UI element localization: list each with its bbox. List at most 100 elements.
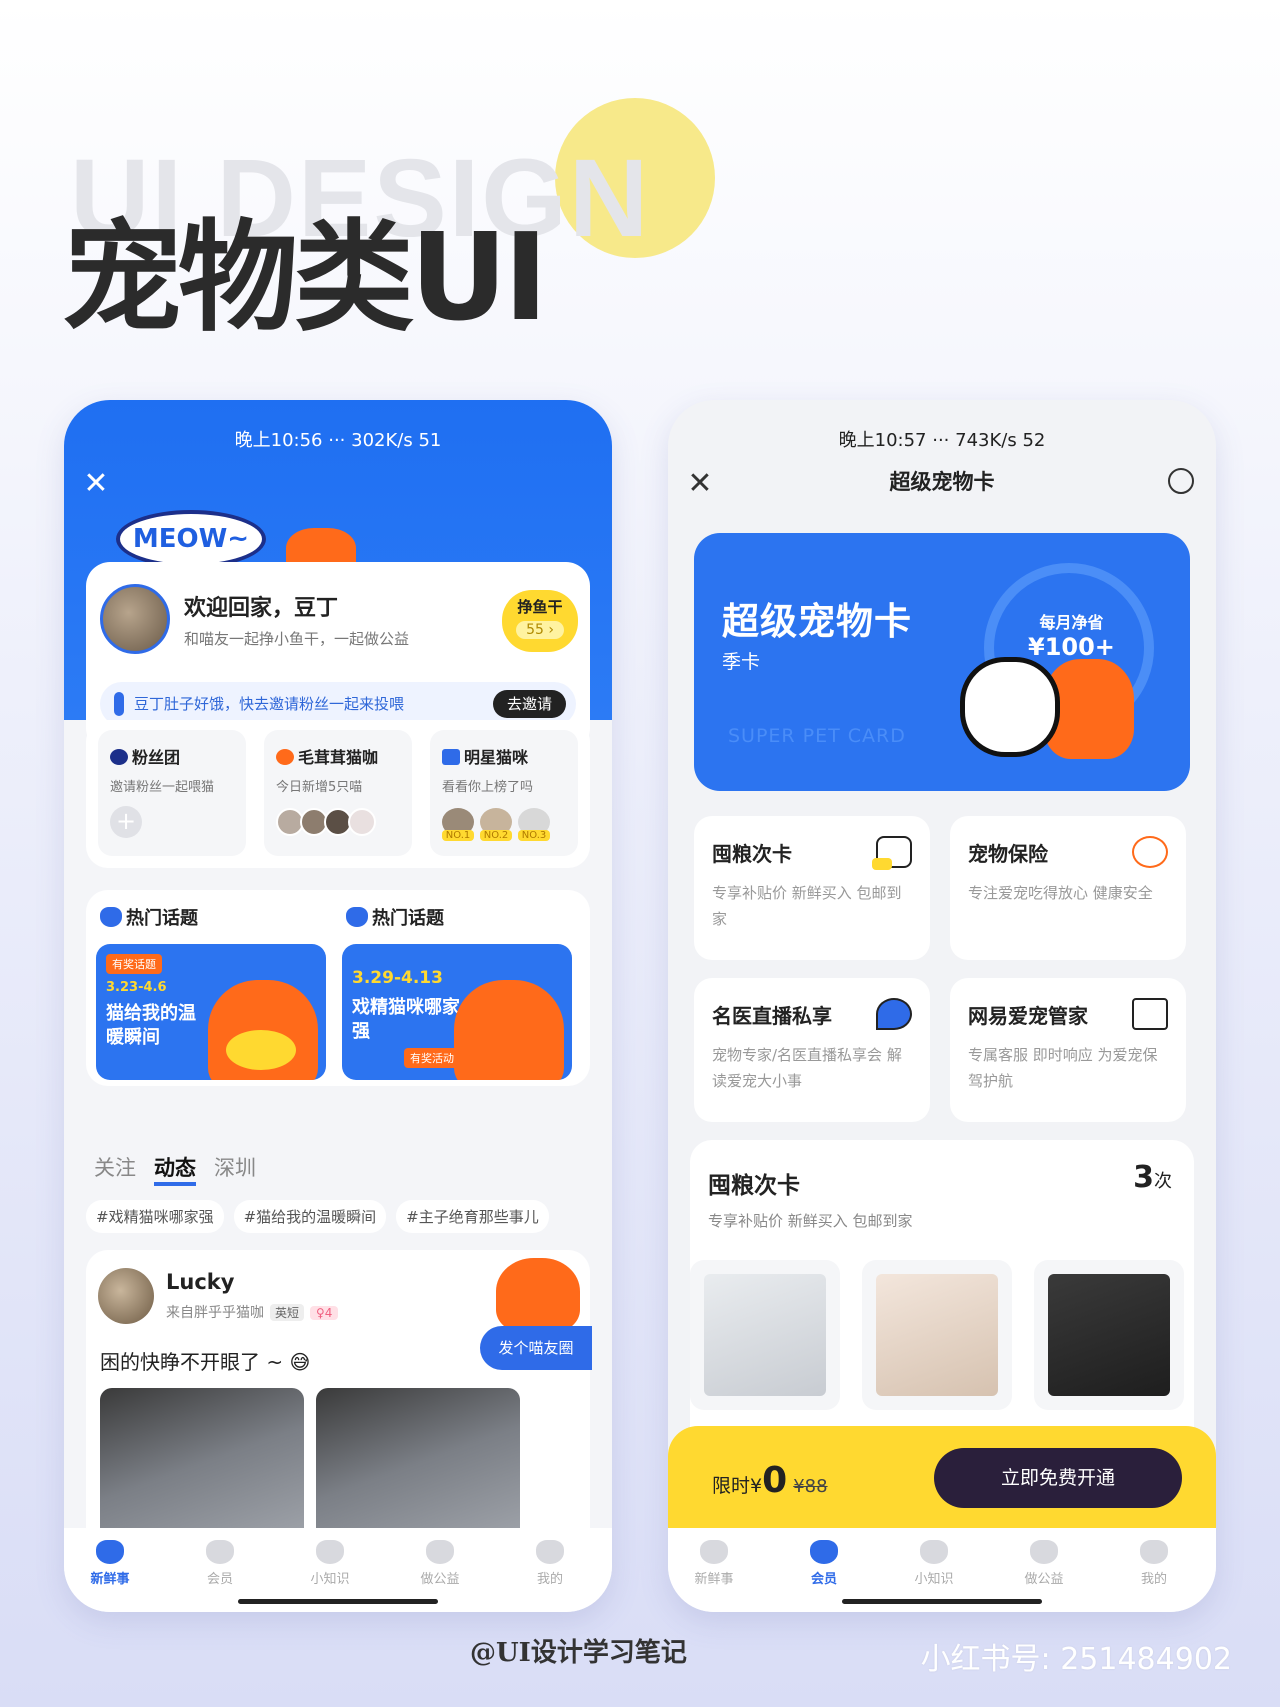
hero-subtitle: 季卡	[722, 651, 761, 673]
bar-chart-icon	[442, 749, 460, 765]
price-currency: ¥	[750, 1475, 763, 1497]
avatar[interactable]	[98, 1268, 154, 1324]
card-icon	[872, 836, 912, 870]
price-old: ¥88	[793, 1476, 828, 1497]
breed-badge: 英短	[270, 1304, 305, 1321]
tab-city[interactable]: 深圳	[214, 1152, 256, 1182]
feature-food-pack[interactable]: 囤粮次卡 专享补贴价 新鲜买入 包邮到家	[694, 816, 930, 960]
cafe-cat-icon	[276, 749, 294, 765]
product-image	[1048, 1274, 1170, 1396]
paw-icon	[426, 1540, 454, 1564]
tile-fan-club[interactable]: 粉丝团 邀请粉丝一起喂猫 +	[98, 730, 246, 856]
savings-value: ¥100+	[1028, 633, 1115, 661]
tab-me[interactable]: 我的	[510, 1540, 590, 1587]
price-display: 限时¥0 ¥88	[712, 1460, 828, 1501]
tile-star-cats[interactable]: 明星猫咪 看看你上榜了吗 NO.1 NO.2 NO.3	[430, 730, 578, 856]
apple-icon	[1132, 836, 1168, 868]
knowledge-icon	[316, 1540, 344, 1564]
tile-title: 粉丝团	[132, 748, 181, 767]
tab-news[interactable]: 新鲜事	[674, 1540, 754, 1587]
poster-title: 宠物类UI	[62, 209, 548, 348]
invite-button[interactable]: 去邀请	[492, 690, 566, 718]
feature-title: 囤粮次卡	[712, 842, 792, 866]
product-card[interactable]	[1034, 1260, 1184, 1410]
home-indicator	[238, 1599, 438, 1604]
tiger-cat-illustration	[454, 980, 564, 1080]
topic-title: 戏精猫咪哪家强	[352, 997, 460, 1042]
feature-title: 宠物保险	[968, 842, 1048, 866]
meow-bubble: MEOW~	[116, 510, 266, 568]
cat-face-icon	[110, 749, 128, 765]
feature-vet-live[interactable]: 名医直播私享 宠物专家/名医直播私享会 解读爱宠大小事	[694, 978, 930, 1122]
tab-knowledge[interactable]: 小知识	[894, 1540, 974, 1587]
tab-member[interactable]: 会员	[784, 1540, 864, 1587]
tile-cat-cafe[interactable]: 毛茸茸猫咖 今日新增5只喵	[264, 730, 412, 856]
rank-badge: NO.1	[442, 808, 474, 841]
invite-text: 豆丁肚子好饿，快去邀请粉丝一起来投喂	[134, 695, 405, 713]
right-phone-screen: 晚上10:57 ··· 743K/s 52 ✕ 超级宠物卡 SUPER PET …	[668, 400, 1216, 1612]
tab-label: 会员	[810, 1572, 837, 1587]
tab-news[interactable]: 新鲜事	[70, 1540, 150, 1587]
member-icon	[206, 1540, 234, 1564]
product-card[interactable]	[690, 1260, 840, 1410]
topic-date: 3.23-4.6	[106, 980, 167, 995]
platform-watermark: 小红书号: 251484902	[920, 1642, 1232, 1677]
microphone-icon	[876, 998, 912, 1030]
hashtag-chip[interactable]: #主子绝育那些事儿	[396, 1200, 549, 1233]
paw-icon	[1030, 1540, 1058, 1564]
post-author[interactable]: Lucky	[166, 1270, 234, 1294]
shirt-icon	[1132, 998, 1168, 1030]
feed-tabs: 关注 动态 深圳	[94, 1152, 274, 1186]
section-title: 囤粮次卡	[708, 1173, 800, 1199]
topic-date: 3.29-4.13	[352, 968, 443, 988]
cat-avatar-row	[276, 808, 376, 840]
status-bar: 晚上10:56 ··· 302K/s 51	[234, 430, 442, 451]
feature-desc: 专注爱宠吃得放心 健康安全	[968, 884, 1153, 902]
section-subtitle: 专享补贴价 新鲜买入 包邮到家	[708, 1212, 913, 1230]
hashtag-chip[interactable]: #猫给我的温暖瞬间	[233, 1200, 387, 1233]
price-value: 0	[762, 1460, 788, 1501]
hot-topic-icon	[346, 907, 368, 927]
rank-row: NO.1 NO.2 NO.3	[442, 808, 556, 842]
earn-label: 挣鱼干	[517, 598, 563, 616]
home-icon	[96, 1540, 124, 1564]
hashtag-chips: #戏精猫咪哪家强 #猫给我的温暖瞬间 #主子绝育那些事儿	[86, 1200, 559, 1233]
feature-pet-butler[interactable]: 网易爱宠管家 专属客服 即时响应 为爱宠保驾护航	[950, 978, 1186, 1122]
tab-knowledge[interactable]: 小知识	[290, 1540, 370, 1587]
hot-topics-section: 热门话题 热门话题 有奖话题 3.23-4.6 猫给我的温暖瞬间 3.29-4.…	[86, 890, 590, 1086]
tab-me[interactable]: 我的	[1114, 1540, 1194, 1587]
orange-cat-icon	[496, 1258, 580, 1332]
tab-label: 新鲜事	[90, 1572, 130, 1587]
earn-fish-button[interactable]: 挣鱼干 55 ›	[502, 590, 578, 652]
close-icon[interactable]: ✕	[82, 469, 110, 499]
topic-tag: 有奖话题	[106, 954, 162, 974]
tab-label: 做公益	[1024, 1572, 1064, 1587]
tab-label: 小知识	[914, 1572, 954, 1587]
topic-banner[interactable]: 3.29-4.13 戏精猫咪哪家强 有奖活动	[342, 944, 572, 1080]
product-card[interactable]	[862, 1260, 1012, 1410]
tab-label: 我的	[536, 1572, 563, 1587]
share-icon[interactable]	[1168, 468, 1194, 494]
hashtag-chip[interactable]: #戏精猫咪哪家强	[86, 1200, 224, 1233]
tab-charity[interactable]: 做公益	[400, 1540, 480, 1587]
profile-icon	[1140, 1540, 1168, 1564]
hero-watermark: SUPER PET CARD	[728, 725, 906, 747]
tab-follow[interactable]: 关注	[94, 1152, 136, 1182]
avatar[interactable]	[100, 584, 170, 654]
tab-moments[interactable]: 动态	[154, 1152, 196, 1186]
feature-insurance[interactable]: 宠物保险 专注爱宠吃得放心 健康安全	[950, 816, 1186, 960]
add-icon[interactable]: +	[110, 806, 142, 838]
tab-label: 新鲜事	[694, 1572, 734, 1587]
topic-banner[interactable]: 有奖话题 3.23-4.6 猫给我的温暖瞬间	[96, 944, 326, 1080]
yellow-pillow-illustration	[226, 1030, 296, 1070]
tab-charity[interactable]: 做公益	[1004, 1540, 1084, 1587]
feature-desc: 宠物专家/名医直播私享会 解读爱宠大小事	[712, 1046, 902, 1090]
section-title: 热门话题	[126, 908, 198, 929]
product-image	[704, 1274, 826, 1396]
post-moment-button[interactable]: 发个喵友圈	[480, 1326, 592, 1370]
tile-subtitle: 看看你上榜了吗	[442, 780, 534, 795]
tab-label: 我的	[1140, 1572, 1167, 1587]
tab-member[interactable]: 会员	[180, 1540, 260, 1587]
activate-free-button[interactable]: 立即免费开通	[934, 1448, 1182, 1508]
purchase-bar: 限时¥0 ¥88 立即免费开通	[668, 1426, 1216, 1530]
